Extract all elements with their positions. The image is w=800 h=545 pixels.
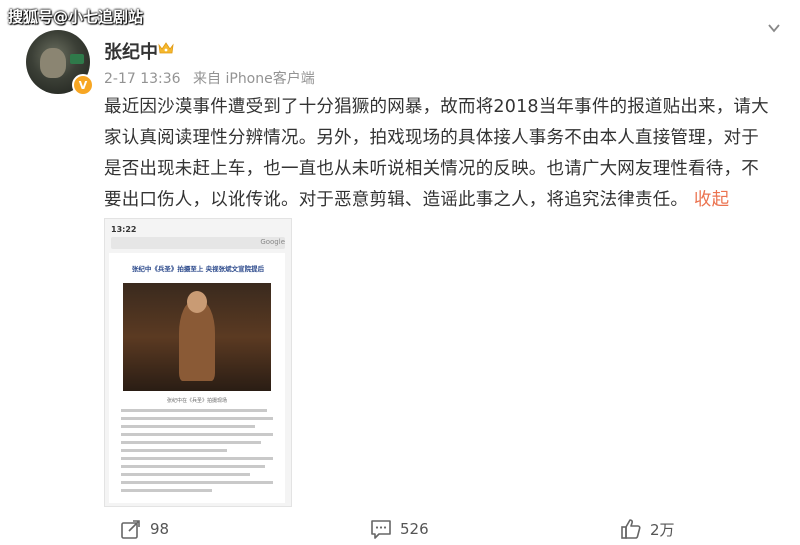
- chevron-down-icon[interactable]: [766, 20, 782, 36]
- comment-icon: [371, 520, 391, 539]
- image-browser-label: Google: [260, 238, 285, 246]
- post-text: 最近因沙漠事件遭受到了十分猖獗的网暴，故而将2018当年事件的报道贴出来，请大家…: [104, 92, 772, 216]
- comment-count: 526: [400, 520, 429, 538]
- share-count: 98: [150, 520, 170, 538]
- collapse-link[interactable]: 收起: [694, 190, 729, 210]
- post-meta: 2-17 13:36 来自 iPhone客户端: [104, 68, 315, 88]
- like-button[interactable]: 2万: [620, 518, 675, 540]
- post-source: 来自 iPhone客户端: [193, 71, 315, 87]
- image-article-photo: [123, 283, 271, 391]
- share-button[interactable]: 98: [120, 518, 169, 540]
- image-article-title: 张纪中《兵圣》拍摄至上 央视张斌文宣院提后: [131, 265, 265, 273]
- comment-button[interactable]: 526: [370, 518, 429, 540]
- post-image[interactable]: 13:22 Google 张纪中《兵圣》拍摄至上 央视张斌文宣院提后 张纪中在《…: [104, 218, 292, 507]
- username[interactable]: 张纪中: [104, 38, 158, 64]
- like-count: 2万: [650, 520, 675, 539]
- image-status-time: 13:22: [111, 225, 137, 234]
- image-article-page: 张纪中《兵圣》拍摄至上 央视张斌文宣院提后 张纪中在《兵圣》拍摄现场: [109, 253, 285, 503]
- crown-icon: [158, 42, 174, 54]
- action-bar: 98 526 2万: [0, 508, 800, 545]
- share-icon: [121, 520, 140, 539]
- image-address-bar: [111, 237, 285, 249]
- verified-badge: V: [72, 74, 94, 96]
- image-article-body: [121, 409, 273, 497]
- thumbs-up-icon: [621, 519, 641, 539]
- post-time[interactable]: 2-17 13:36: [104, 71, 181, 87]
- watermark: 搜狐号@小七追剧站: [8, 8, 144, 26]
- image-photo-caption: 张纪中在《兵圣》拍摄现场: [166, 398, 227, 404]
- post-body: 最近因沙漠事件遭受到了十分猖獗的网暴，故而将2018当年事件的报道贴出来，请大家…: [104, 97, 769, 210]
